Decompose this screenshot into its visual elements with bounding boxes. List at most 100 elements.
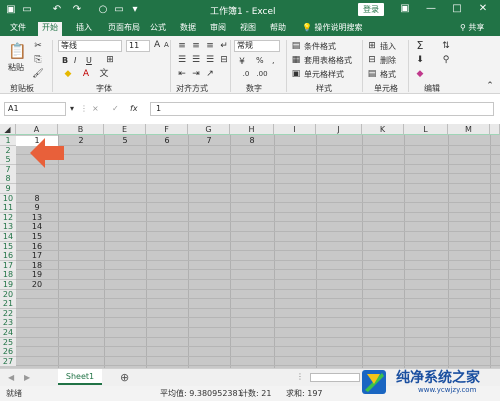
tab-help[interactable]: 帮助 [266, 22, 290, 36]
column-header[interactable]: K [362, 124, 404, 135]
delete-cells-button[interactable]: 删除 [380, 55, 396, 66]
row-header[interactable]: 25 [0, 337, 16, 348]
cell-column-a[interactable]: 14 [16, 222, 58, 232]
font-name-select[interactable]: 等线 [58, 40, 122, 52]
tab-data[interactable]: 数据 [176, 22, 200, 36]
column-header[interactable]: L [404, 124, 448, 135]
row-header[interactable]: 17 [0, 260, 16, 271]
column-header[interactable]: E [104, 124, 146, 135]
font-size-select[interactable]: 11 [126, 40, 150, 52]
tab-view[interactable]: 视图 [236, 22, 260, 36]
font-color-icon[interactable]: A [80, 68, 92, 80]
underline-button[interactable]: U [86, 56, 92, 65]
cell-column-a[interactable] [16, 184, 58, 194]
add-sheet-button[interactable]: ⊕ [120, 371, 129, 384]
grow-font-button[interactable]: A [154, 40, 160, 50]
column-header[interactable]: B [58, 124, 104, 135]
orientation-icon[interactable]: ↗ [204, 68, 216, 80]
indent-icon[interactable]: ⇥ [190, 68, 202, 80]
column-header[interactable]: A [16, 124, 58, 135]
column-header[interactable]: H [230, 124, 274, 135]
tab-page-layout[interactable]: 页面布局 [104, 22, 144, 36]
cell-g1[interactable]: 7 [188, 136, 230, 146]
clear-icon[interactable]: ◆ [414, 68, 426, 80]
tab-insert[interactable]: 插入 [72, 22, 96, 36]
row-header[interactable]: 11 [0, 203, 16, 214]
row-header[interactable]: 22 [0, 308, 16, 319]
copy-icon[interactable]: ⎘ [32, 54, 44, 66]
horizontal-scrollbar[interactable] [310, 373, 360, 382]
row-header[interactable]: 13 [0, 222, 16, 233]
row-header[interactable]: 2 [0, 145, 16, 156]
cut-icon[interactable]: ✂ [32, 40, 44, 52]
row-header[interactable]: 1 [0, 136, 16, 146]
undo-icon[interactable]: ↶ [50, 3, 64, 17]
fill-color-icon[interactable]: ◆ [62, 68, 74, 80]
cell-column-a[interactable]: 17 [16, 251, 58, 261]
bold-button[interactable]: B [62, 56, 68, 65]
merge-icon[interactable]: ⊟ [218, 54, 230, 66]
row-header[interactable]: 23 [0, 318, 16, 329]
row-header[interactable]: 15 [0, 241, 16, 252]
cell-b1[interactable]: 2 [58, 136, 104, 146]
shape-icon[interactable]: ▭ [112, 3, 126, 17]
row-header[interactable]: 27 [0, 356, 16, 367]
cell-column-a[interactable]: 13 [16, 213, 58, 223]
decrease-decimal-icon[interactable]: .00 [256, 68, 268, 80]
maximize-icon[interactable]: □ [450, 3, 464, 14]
column-header[interactable]: F [146, 124, 188, 135]
redo-icon[interactable]: ↷ [70, 3, 84, 17]
autosum-icon[interactable]: Σ [414, 40, 426, 52]
cell-column-a[interactable]: 9 [16, 203, 58, 213]
chevron-down-icon[interactable]: ▾ [128, 3, 142, 17]
cell-column-a[interactable]: 8 [16, 194, 58, 204]
number-format-select[interactable]: 常规 [234, 40, 280, 52]
row-header[interactable]: 10 [0, 193, 16, 204]
row-header[interactable]: 8 [0, 174, 16, 185]
cell-column-a[interactable]: 15 [16, 232, 58, 242]
namebox-dropdown-icon[interactable]: ▾ [70, 104, 74, 113]
italic-button[interactable]: I [74, 56, 76, 65]
conditional-format-button[interactable]: 条件格式 [304, 41, 336, 52]
share-button[interactable]: ⚲ 共享 [460, 22, 484, 34]
cell-column-a[interactable]: 19 [16, 270, 58, 280]
column-header[interactable]: M [448, 124, 490, 135]
align-middle-icon[interactable]: ≡ [190, 40, 202, 52]
worksheet-grid[interactable]: ◢ A B E F G H I J K L M 1 2 5 7 8 9 10 11 12 13 14… [0, 124, 500, 368]
find-select-icon[interactable]: ⚲ [440, 54, 452, 66]
align-center-icon[interactable]: ☰ [190, 54, 202, 66]
cell-column-a[interactable]: 18 [16, 261, 58, 271]
cell-column-a[interactable]: 16 [16, 242, 58, 252]
wrap-text-icon[interactable]: ↵ [218, 40, 230, 52]
outdent-icon[interactable]: ⇤ [176, 68, 188, 80]
insert-function-button[interactable]: fx [130, 104, 138, 113]
row-header[interactable]: 19 [0, 280, 16, 290]
comma-button[interactable]: , [272, 56, 275, 65]
file-icon[interactable]: ▭ [20, 3, 34, 17]
circle-icon[interactable]: ○ [96, 3, 110, 17]
row-header[interactable]: 26 [0, 347, 16, 358]
percent-button[interactable]: % [256, 56, 264, 65]
insert-cells-button[interactable]: 插入 [380, 41, 396, 52]
border-icon[interactable]: ⊞ [104, 54, 116, 66]
row-header[interactable]: 21 [0, 299, 16, 310]
cell-h1[interactable]: 8 [230, 136, 274, 146]
save-icon[interactable]: ▣ [4, 3, 18, 17]
next-sheet-icon[interactable]: ▶ [24, 373, 30, 382]
cell-column-a[interactable]: 20 [16, 280, 58, 290]
tab-file[interactable]: 文件 [6, 22, 30, 36]
row-header[interactable]: 9 [0, 184, 16, 194]
tab-split-icon[interactable]: ⋮ [296, 372, 304, 381]
tab-home[interactable]: 开始 [38, 22, 62, 36]
row-header[interactable]: 20 [0, 289, 16, 300]
cell-e1[interactable]: 5 [104, 136, 146, 146]
column-header[interactable]: G [188, 124, 230, 135]
row-header[interactable]: 7 [0, 164, 16, 175]
select-all-corner[interactable]: ◢ [0, 124, 16, 135]
row-header[interactable]: 24 [0, 328, 16, 338]
align-left-icon[interactable]: ☰ [176, 54, 188, 66]
cell-f1[interactable]: 6 [146, 136, 188, 146]
formula-input[interactable]: 1 [150, 102, 494, 116]
paste-icon[interactable]: 📋 [8, 42, 27, 60]
name-box[interactable]: A1 [4, 102, 66, 116]
